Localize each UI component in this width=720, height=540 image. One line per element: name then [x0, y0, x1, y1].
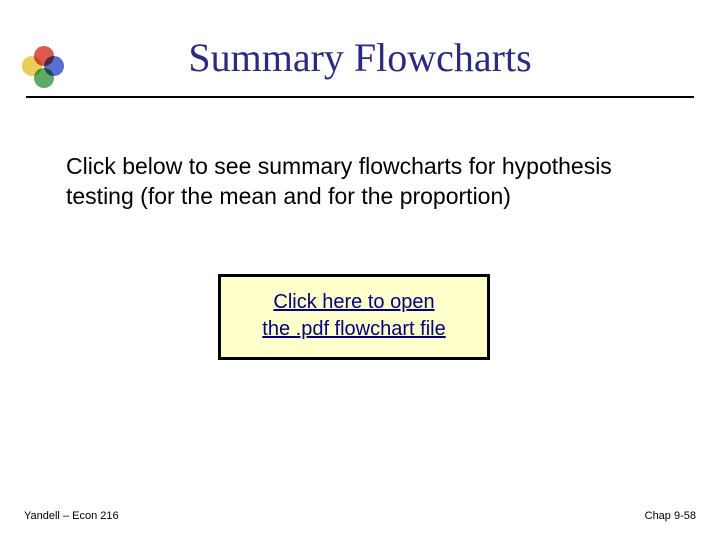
footer-right: Chap 9-58 — [645, 510, 696, 522]
flowchart-link[interactable]: Click here to open the .pdf flowchart fi… — [262, 291, 445, 340]
body-text: Click below to see summary flowcharts fo… — [66, 152, 646, 212]
flowchart-link-line1: Click here to open — [273, 291, 434, 313]
slide-title: Summary Flowcharts — [0, 34, 720, 81]
footer-left: Yandell – Econ 216 — [24, 510, 119, 522]
flowchart-link-box[interactable]: Click here to open the .pdf flowchart fi… — [218, 274, 490, 360]
flowchart-link-line2: the .pdf flowchart file — [262, 318, 445, 340]
title-underline — [26, 96, 694, 98]
